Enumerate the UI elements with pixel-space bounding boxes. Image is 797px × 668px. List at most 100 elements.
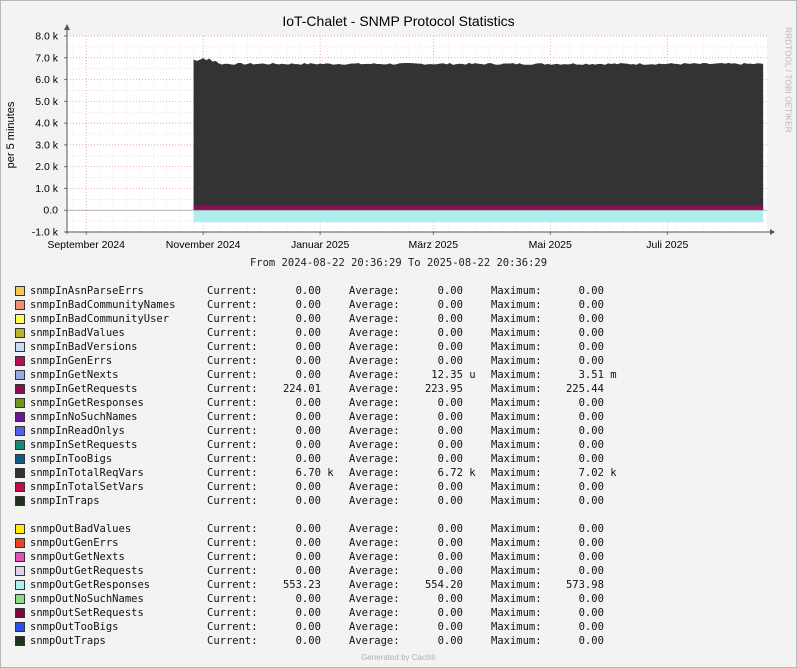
legend-average-value: 0.00 [406,495,476,507]
legend-maximum-label: Maximum: [491,537,542,549]
legend-average-label: Average: [349,453,400,465]
legend-current-value: 0.00 [264,397,334,409]
legend-swatch [15,636,25,646]
legend-current-value: 224.01 [264,383,334,395]
legend-average-value: 0.00 [406,285,476,297]
legend-current-value: 0.00 [264,551,334,563]
legend-swatch [15,468,25,478]
legend-maximum-value: 3.51 m [547,369,617,381]
y-tick-labels: 8.0 k 7.0 k 6.0 k 5.0 k 4.0 k 3.0 k 2.0 k 1.0 k… [32,31,59,239]
legend-current-value: 0.00 [264,593,334,605]
legend-maximum-value: 0.00 [547,551,617,563]
legend-current-value: 553.23 [264,579,334,591]
legend-average-value: 223.95 [406,383,476,395]
legend-maximum-label: Maximum: [491,579,542,591]
legend-current-label: Current: [207,495,258,507]
legend-current-label: Current: [207,481,258,493]
legend-average-value: 0.00 [406,607,476,619]
legend-maximum-label: Maximum: [491,299,542,311]
legend-current-label: Current: [207,467,258,479]
y-tick-label: -1.0 k [32,227,59,239]
legend-swatch [15,426,25,436]
legend-series-name: snmpInBadValues [30,327,125,339]
legend-average-label: Average: [349,523,400,535]
legend-maximum-value: 0.00 [547,285,617,297]
legend-maximum-value: 0.00 [547,439,617,451]
legend-maximum-label: Maximum: [491,285,542,297]
y-axis-arrow [64,24,70,30]
legend-current-label: Current: [207,313,258,325]
x-tick-label: März 2025 [408,239,458,250]
legend-row: snmpOutTraps Current: 0.00 Average: 0.00 … [14,634,714,648]
legend-swatch [15,496,25,506]
x-tick-label: Januar 2025 [291,239,350,250]
legend-maximum-value: 0.00 [547,593,617,605]
legend-current-value: 0.00 [264,537,334,549]
legend-row: snmpInGenErrs Current: 0.00 Average: 0.00… [14,354,714,368]
legend-swatch [15,356,25,366]
legend-series-name: snmpInBadVersions [30,341,138,353]
legend-swatch [15,594,25,604]
legend-maximum-label: Maximum: [491,607,542,619]
legend-average-label: Average: [349,383,400,395]
legend-swatch [15,314,25,324]
legend-row: snmpInGetNexts Current: 0.00 Average: 12.… [14,368,714,382]
legend-average-label: Average: [349,355,400,367]
legend-average-value: 0.00 [406,565,476,577]
y-tick-label: 0.0 [43,205,58,217]
legend-maximum-label: Maximum: [491,383,542,395]
legend-maximum-value: 7.02 k [547,467,617,479]
legend-current-label: Current: [207,369,258,381]
legend-series-name: snmpOutGenErrs [30,537,119,549]
legend-maximum-label: Maximum: [491,397,542,409]
legend-swatch [15,440,25,450]
legend-current-value: 0.00 [264,495,334,507]
legend-current-value: 0.00 [264,355,334,367]
legend-maximum-value: 0.00 [547,635,617,647]
legend-average-label: Average: [349,607,400,619]
legend-maximum-label: Maximum: [491,621,542,633]
area-snmpInGetRequests [193,205,764,211]
legend-swatch [15,300,25,310]
legend-average-value: 0.00 [406,313,476,325]
legend-current-label: Current: [207,411,258,423]
legend-average-label: Average: [349,565,400,577]
legend-series-name: snmpInGetNexts [30,369,119,381]
legend-average-value: 0.00 [406,439,476,451]
legend-average-label: Average: [349,425,400,437]
legend-current-value: 0.00 [264,425,334,437]
legend-maximum-value: 0.00 [547,621,617,633]
legend-average-value: 0.00 [406,481,476,493]
legend-maximum-value: 0.00 [547,313,617,325]
legend-series-name: snmpInTooBigs [30,453,113,465]
legend-maximum-label: Maximum: [491,453,542,465]
legend-average-label: Average: [349,635,400,647]
legend-swatch [15,608,25,618]
legend-swatch [15,622,25,632]
x-tick-label: Mai 2025 [529,239,572,250]
legend-current-label: Current: [207,355,258,367]
legend-row: snmpInTotalReqVars Current: 6.70 k Average… [14,466,714,480]
legend-maximum-value: 0.00 [547,397,617,409]
legend-row: snmpInBadCommunityUser Current: 0.00 Aver… [14,312,714,326]
legend-row: snmpOutGetRequests Current: 0.00 Average:… [14,564,714,578]
legend-current-value: 0.00 [264,439,334,451]
legend-current-label: Current: [207,383,258,395]
legend-row: snmpInBadCommunityNames Current: 0.00 Ave… [14,298,714,312]
legend-row: snmpInAsnParseErrs Current: 0.00 Average:… [14,284,714,298]
legend-swatch [15,370,25,380]
legend-average-value: 0.00 [406,635,476,647]
time-range: From 2024-08-22 20:36:29 To 2025-08-22 2… [249,257,548,269]
legend-series-name: snmpInTraps [30,495,100,507]
legend-maximum-label: Maximum: [491,467,542,479]
legend-group-gap [14,508,714,522]
legend-average-value: 0.00 [406,299,476,311]
legend-maximum-value: 0.00 [547,537,617,549]
legend-average-value: 0.00 [406,453,476,465]
legend-maximum-value: 225.44 [547,383,617,395]
legend-maximum-label: Maximum: [491,495,542,507]
legend-average-value: 0.00 [406,537,476,549]
legend-maximum-value: 0.00 [547,523,617,535]
legend-maximum-value: 573.98 [547,579,617,591]
legend-swatch [15,482,25,492]
